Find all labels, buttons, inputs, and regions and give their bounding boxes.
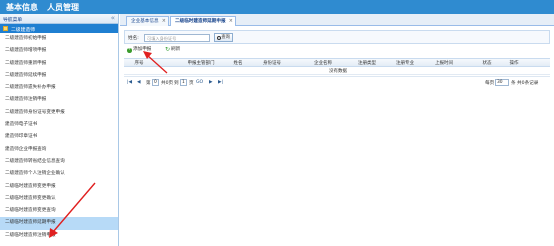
sidebar-item[interactable]: 二级临时建造师变更确认 xyxy=(0,193,118,205)
search-button[interactable]: 查询 xyxy=(214,33,233,42)
column-header[interactable]: 上报时间 xyxy=(427,60,461,66)
column-header[interactable]: 身份证号 xyxy=(255,60,289,66)
column-header[interactable]: 操作 xyxy=(502,60,526,66)
no-data-text: 没有数据 xyxy=(329,69,347,74)
refresh-button[interactable]: ↻ 刷新 xyxy=(165,47,180,53)
sidebar-item[interactable]: 二级临时建造师变更申报 xyxy=(0,181,118,193)
per-page-select[interactable]: 30 xyxy=(495,79,509,86)
sidebar-item[interactable]: 建造师电子证书 xyxy=(0,119,118,131)
pagination-bar: |◀ ◀ 第 0 共0页 到 1 页 GO ▶ ▶| 每页 30 条 共0条记录 xyxy=(124,76,550,88)
tab-extension-application[interactable]: 二级临时建造师延期申报 × xyxy=(170,16,236,26)
name-label: 姓名: xyxy=(128,35,139,41)
column-header[interactable]: 状态 xyxy=(477,60,497,66)
sidebar-item[interactable]: 二级建造师初始申报 xyxy=(0,33,118,45)
tab-company-info[interactable]: 企业基本信息 × xyxy=(126,16,169,26)
top-header: 基本信息 人员管理 xyxy=(0,0,554,14)
add-application-button[interactable]: + 添加申报 xyxy=(127,47,151,53)
nav-personnel-management[interactable]: 人员管理 xyxy=(47,2,79,13)
sidebar-group-header[interactable]: 二级建造师 xyxy=(0,24,118,33)
data-grid: + 添加申报 ↻ 刷新 序号 申报主管部门 姓名 身份证号 企业名称 注册类型 … xyxy=(124,46,550,246)
search-bar: 姓名: 可填入身份证号 查询 xyxy=(124,30,550,44)
table-header: 序号 申报主管部门 姓名 身份证号 企业名称 注册类型 注册专业 上报时间 状态… xyxy=(124,58,550,67)
sidebar-item[interactable]: 二级建造师个人注销企业确认 xyxy=(0,168,118,180)
prev-page-icon[interactable]: ◀ xyxy=(137,80,141,85)
sidebar: 导航菜单 « 二级建造师 二级建造师初始申报 二级建造师增项申报 二级建造师重新… xyxy=(0,14,119,246)
grid-toolbar: + 添加申报 ↻ 刷新 xyxy=(124,46,550,54)
sidebar-group-label: 二级建造师 xyxy=(11,27,35,33)
column-header[interactable]: 序号 xyxy=(126,60,152,66)
folder-icon xyxy=(3,26,8,31)
column-header[interactable]: 姓名 xyxy=(224,60,252,66)
refresh-icon: ↻ xyxy=(165,46,171,53)
column-header[interactable]: 企业名称 xyxy=(306,60,340,66)
sidebar-item[interactable]: 二级建造师注销申报 xyxy=(0,94,118,106)
collapse-icon[interactable]: « xyxy=(111,14,115,22)
sidebar-item[interactable]: 二级建造师增项申报 xyxy=(0,45,118,57)
sidebar-item[interactable]: 二级建造师遗失补办申报 xyxy=(0,82,118,94)
sidebar-item[interactable]: 建造师印章证书 xyxy=(0,131,118,143)
search-input[interactable]: 可填入身份证号 xyxy=(144,33,210,42)
sidebar-item[interactable]: 二级建造师转省结业信息查询 xyxy=(0,156,118,168)
first-page-icon[interactable]: |◀ xyxy=(127,80,132,85)
record-count-text: 条 共0条记录 xyxy=(511,81,539,86)
refresh-label: 刷新 xyxy=(171,47,181,52)
app-title: 基本信息 xyxy=(6,3,38,12)
sidebar-item[interactable]: 二级临时建造师变更查询 xyxy=(0,205,118,217)
go-button[interactable]: GO xyxy=(196,80,203,85)
tab-bar: 企业基本信息 × 二级临时建造师延期申报 × xyxy=(120,14,554,26)
last-page-icon[interactable]: ▶| xyxy=(218,80,223,85)
sidebar-header: 导航菜单 « xyxy=(0,14,118,24)
sidebar-item[interactable]: 建造师企业申报查询 xyxy=(0,144,118,156)
close-icon[interactable]: × xyxy=(229,17,233,26)
sidebar-item[interactable]: 二级临时建造师注销申报 xyxy=(0,230,118,242)
sidebar-item-active[interactable]: 二级临时建造师延期申报 xyxy=(0,217,118,230)
next-page-icon[interactable]: ▶ xyxy=(209,80,213,85)
per-page-prefix: 每页 xyxy=(485,81,495,86)
sidebar-title: 导航菜单 xyxy=(3,18,23,23)
tab-label: 企业基本信息 xyxy=(131,19,159,24)
sidebar-item[interactable]: 二级建造师身份证号变更申报 xyxy=(0,107,118,119)
goto-suffix: 页 xyxy=(189,81,194,86)
goto-page-input[interactable]: 1 xyxy=(180,79,187,86)
table-row: 没有数据 xyxy=(124,67,550,75)
current-page-input[interactable]: 0 xyxy=(152,79,159,86)
add-icon: + xyxy=(127,47,132,53)
column-header[interactable]: 申报主管部门 xyxy=(176,60,226,66)
tab-label: 二级临时建造师延期申报 xyxy=(175,19,226,24)
total-pages-text: 共0页 xyxy=(161,81,174,86)
add-label: 添加申报 xyxy=(133,47,152,52)
column-header[interactable]: 注册专业 xyxy=(388,60,422,66)
page-prefix: 第 xyxy=(146,81,151,86)
column-header[interactable]: 注册类型 xyxy=(352,60,382,66)
goto-prefix: 到 xyxy=(174,81,179,86)
sidebar-item[interactable]: 二级建造师延续申报 xyxy=(0,70,118,82)
search-button-label: 查询 xyxy=(221,35,230,40)
close-icon[interactable]: × xyxy=(162,17,166,26)
sidebar-item[interactable]: 二级建造师重新申报 xyxy=(0,58,118,70)
search-icon xyxy=(217,35,221,40)
